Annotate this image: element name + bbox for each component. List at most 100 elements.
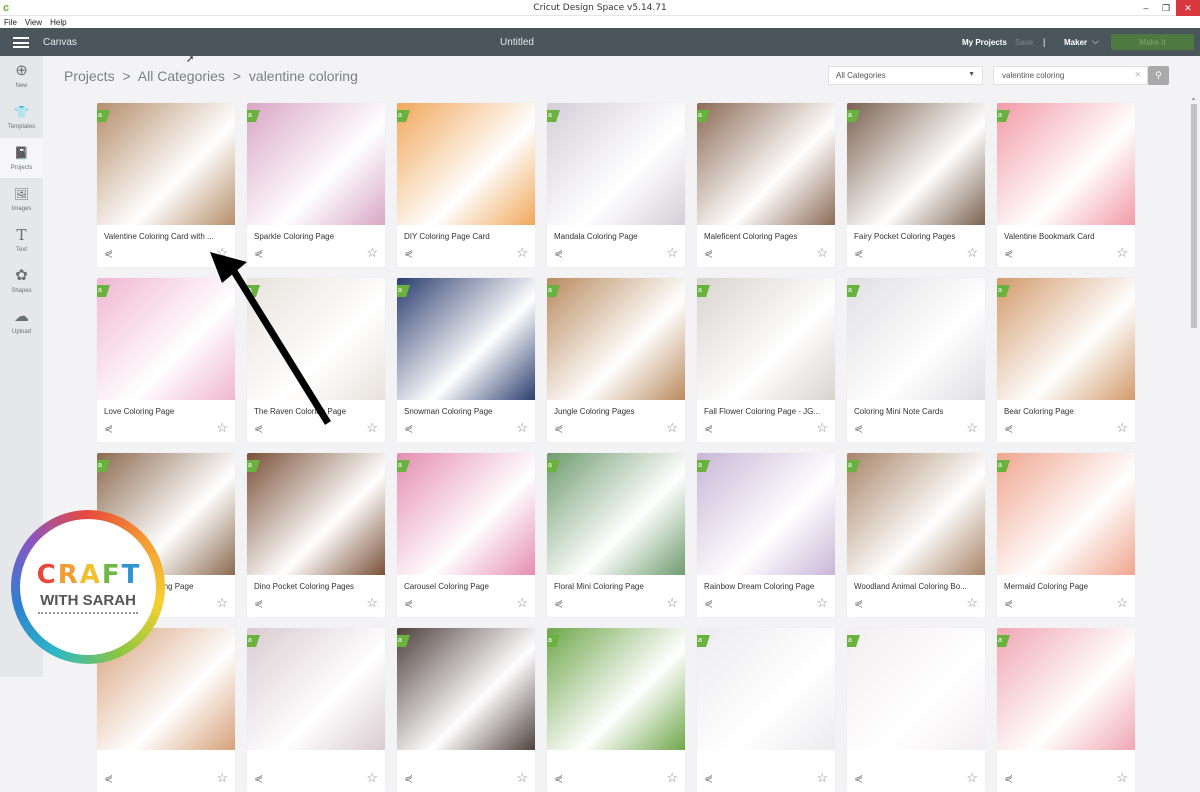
star-outline-icon[interactable]: ☆ [816, 245, 828, 261]
project-title[interactable]: Valentine Coloring Card with ... [104, 232, 230, 241]
share-icon[interactable]: ⋞ [854, 422, 863, 435]
project-card[interactable]: a Carousel Coloring Page ⋞ ☆ [397, 453, 535, 617]
share-icon[interactable]: ⋞ [404, 772, 413, 785]
project-card[interactable]: a Mandala Coloring Page ⋞ ☆ [547, 103, 685, 267]
share-icon[interactable]: ⋞ [104, 772, 113, 785]
project-card[interactable]: a⋞☆ [547, 628, 685, 792]
share-icon[interactable]: ⋞ [254, 597, 263, 610]
project-thumbnail[interactable] [997, 103, 1135, 225]
share-icon[interactable]: ⋞ [254, 772, 263, 785]
project-thumbnail[interactable] [97, 278, 235, 400]
star-outline-icon[interactable]: ☆ [966, 770, 978, 786]
star-outline-icon[interactable]: ☆ [816, 770, 828, 786]
share-icon[interactable]: ⋞ [704, 772, 713, 785]
make-it-button[interactable]: Make It [1111, 34, 1194, 50]
share-icon[interactable]: ⋞ [554, 597, 563, 610]
star-outline-icon[interactable]: ☆ [666, 245, 678, 261]
star-outline-icon[interactable]: ☆ [366, 595, 378, 611]
project-card[interactable]: a Love Coloring Page ⋞ ☆ [97, 278, 235, 442]
project-card[interactable]: a Valentine Coloring Card with ... ⋞ ☆ [97, 103, 235, 267]
sidebar-item-text[interactable]: T Text [0, 220, 43, 260]
project-thumbnail[interactable] [697, 628, 835, 750]
project-title[interactable]: Woodland Animal Coloring Bo... [854, 582, 980, 591]
project-title[interactable]: DIY Coloring Page Card [404, 232, 530, 241]
star-outline-icon[interactable]: ☆ [816, 420, 828, 436]
star-outline-icon[interactable]: ☆ [516, 245, 528, 261]
project-card[interactable]: a Mermaid Coloring Page ⋞ ☆ [997, 453, 1135, 617]
project-thumbnail[interactable] [397, 628, 535, 750]
clear-search-icon[interactable]: × [1135, 69, 1141, 81]
share-icon[interactable]: ⋞ [854, 247, 863, 260]
project-card[interactable]: a⋞☆ [247, 628, 385, 792]
project-card[interactable]: a Maleficent Coloring Pages ⋞ ☆ [697, 103, 835, 267]
breadcrumb-all-categories[interactable]: All Categories [138, 68, 225, 84]
star-outline-icon[interactable]: ☆ [1116, 595, 1128, 611]
search-button[interactable]: ⚲ [1148, 66, 1169, 85]
project-title[interactable]: Coloring Mini Note Cards [854, 407, 980, 416]
project-thumbnail[interactable] [247, 453, 385, 575]
project-thumbnail[interactable] [697, 453, 835, 575]
star-outline-icon[interactable]: ☆ [216, 770, 228, 786]
machine-select[interactable]: Maker [1064, 38, 1087, 47]
project-thumbnail[interactable] [847, 453, 985, 575]
category-select[interactable]: All Categories ▼ [828, 66, 983, 85]
star-outline-icon[interactable]: ☆ [216, 245, 228, 261]
star-outline-icon[interactable]: ☆ [666, 770, 678, 786]
share-icon[interactable]: ⋞ [404, 422, 413, 435]
project-thumbnail[interactable] [397, 278, 535, 400]
star-outline-icon[interactable]: ☆ [366, 770, 378, 786]
project-thumbnail[interactable] [547, 453, 685, 575]
scrollbar-thumb[interactable] [1191, 104, 1197, 328]
project-thumbnail[interactable] [847, 278, 985, 400]
project-card[interactable]: a Sparkle Coloring Page ⋞ ☆ [247, 103, 385, 267]
project-title[interactable]: Bear Coloring Page [1004, 407, 1130, 416]
share-icon[interactable]: ⋞ [1004, 247, 1013, 260]
project-title[interactable]: Mandala Coloring Page [554, 232, 680, 241]
share-icon[interactable]: ⋞ [1004, 597, 1013, 610]
sidebar-item-new[interactable]: ⊕ New [0, 56, 43, 96]
share-icon[interactable]: ⋞ [704, 597, 713, 610]
star-outline-icon[interactable]: ☆ [366, 420, 378, 436]
star-outline-icon[interactable]: ☆ [666, 595, 678, 611]
project-title[interactable]: Snowman Coloring Page [404, 407, 530, 416]
star-outline-icon[interactable]: ☆ [1116, 245, 1128, 261]
star-outline-icon[interactable]: ☆ [1116, 770, 1128, 786]
project-card[interactable]: a Snowman Coloring Page ⋞ ☆ [397, 278, 535, 442]
share-icon[interactable]: ⋞ [1004, 422, 1013, 435]
project-thumbnail[interactable] [847, 628, 985, 750]
restore-button[interactable]: ❐ [1156, 0, 1176, 16]
project-title[interactable]: Floral Mini Coloring Page [554, 582, 680, 591]
menu-help[interactable]: Help [50, 18, 66, 27]
share-icon[interactable]: ⋞ [404, 247, 413, 260]
project-thumbnail[interactable] [397, 453, 535, 575]
star-outline-icon[interactable]: ☆ [966, 245, 978, 261]
project-thumbnail[interactable] [397, 103, 535, 225]
share-icon[interactable]: ⋞ [704, 247, 713, 260]
project-thumbnail[interactable] [547, 103, 685, 225]
project-card[interactable]: a⋞☆ [397, 628, 535, 792]
project-card[interactable]: a The Raven Coloring Page ⋞ ☆ [247, 278, 385, 442]
project-card[interactable]: a⋞☆ [847, 628, 985, 792]
project-title[interactable]: Maleficent Coloring Pages [704, 232, 830, 241]
breadcrumb-projects[interactable]: Projects [64, 68, 115, 84]
project-title[interactable]: Carousel Coloring Page [404, 582, 530, 591]
share-icon[interactable]: ⋞ [104, 247, 113, 260]
star-outline-icon[interactable]: ☆ [666, 420, 678, 436]
star-outline-icon[interactable]: ☆ [966, 420, 978, 436]
project-title[interactable]: Dino Pocket Coloring Pages [254, 582, 380, 591]
share-icon[interactable]: ⋞ [1004, 772, 1013, 785]
share-icon[interactable]: ⋞ [404, 597, 413, 610]
project-title[interactable]: Rainbow Dream Coloring Page [704, 582, 830, 591]
share-icon[interactable]: ⋞ [704, 422, 713, 435]
sidebar-item-templates[interactable]: 👕 Templates [0, 97, 43, 137]
project-card[interactable]: a Bear Coloring Page ⋞ ☆ [997, 278, 1135, 442]
close-button[interactable]: ✕ [1176, 0, 1200, 16]
sidebar-item-projects[interactable]: 📓 Projects [0, 138, 43, 178]
project-card[interactable]: a Woodland Animal Coloring Bo... ⋞ ☆ [847, 453, 985, 617]
share-icon[interactable]: ⋞ [554, 247, 563, 260]
project-thumbnail[interactable] [97, 103, 235, 225]
sidebar-item-shapes[interactable]: ✿ Shapes [0, 261, 43, 301]
minimize-button[interactable]: – [1136, 0, 1156, 16]
project-title[interactable]: Fairy Pocket Coloring Pages [854, 232, 980, 241]
project-card[interactable]: a Jungle Coloring Pages ⋞ ☆ [547, 278, 685, 442]
